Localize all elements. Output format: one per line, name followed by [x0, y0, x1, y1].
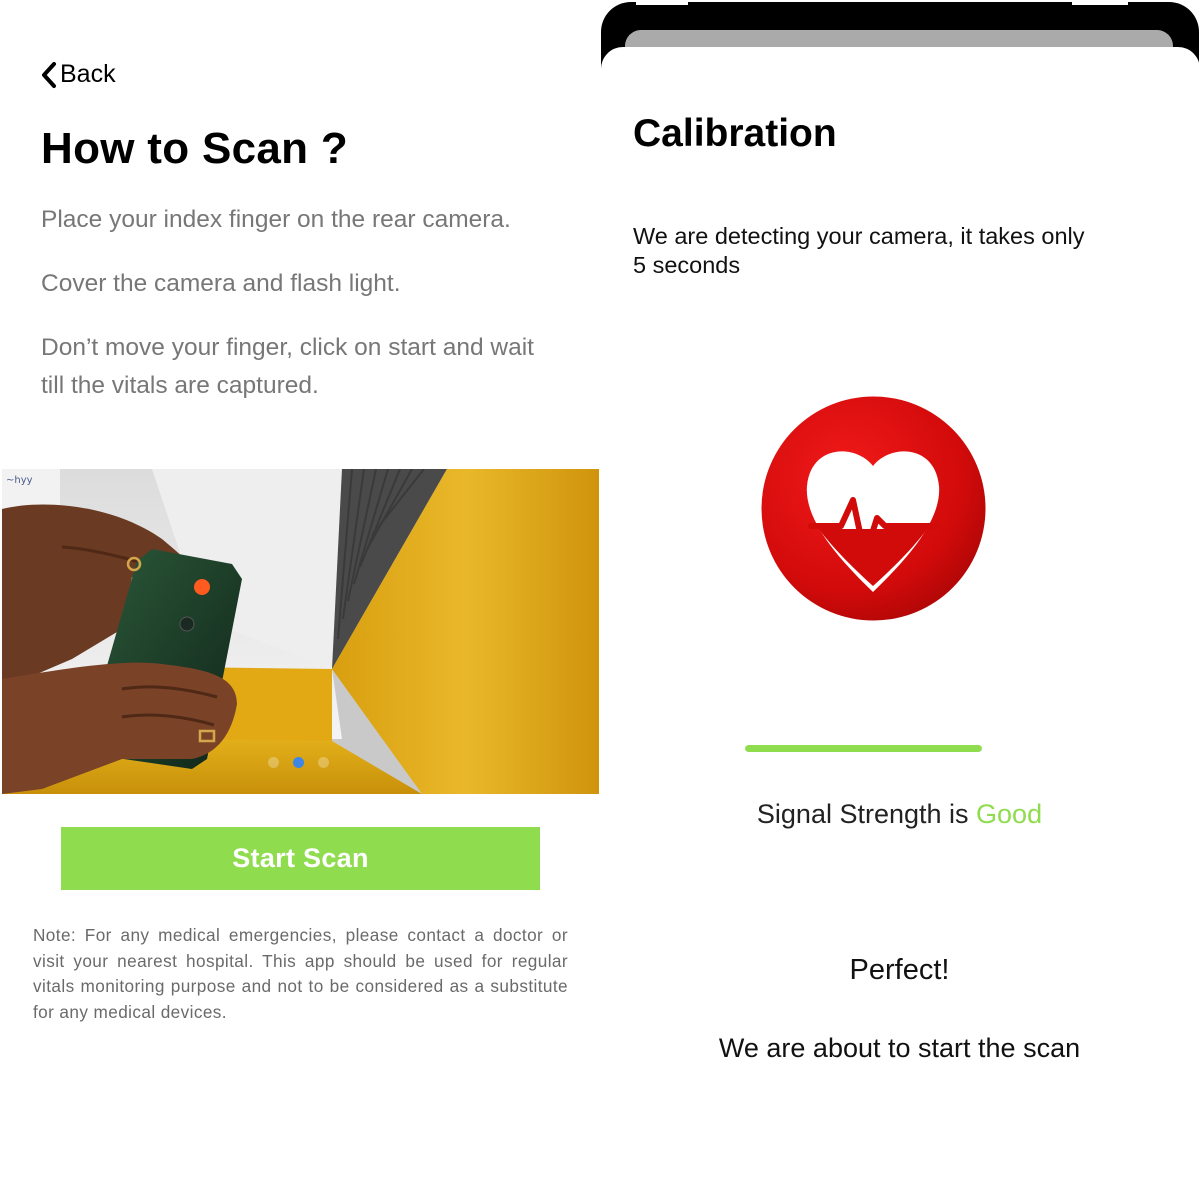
chevron-left-icon — [42, 61, 56, 88]
status-heading: Perfect! — [849, 954, 950, 986]
calibration-title: Calibration — [633, 112, 837, 155]
scan-demo-image[interactable]: ~hyy — [2, 469, 599, 794]
start-scan-button[interactable]: Start Scan — [61, 827, 540, 890]
svg-text:~hyy: ~hyy — [6, 475, 33, 486]
calibration-subtitle: We are detecting your camera, it takes o… — [633, 223, 1085, 278]
scan-demo-illustration: ~hyy — [2, 469, 599, 794]
signal-strength-text: Signal Strength is Good — [600, 799, 1199, 830]
how-to-scan-screen: Back How to Scan ? Place your index fing… — [0, 0, 600, 1200]
instruction-text: Don’t move your finger, click on start a… — [41, 334, 534, 399]
back-label: Back — [60, 60, 116, 88]
calibration-sheet — [601, 47, 1200, 1200]
signal-strength-label: Signal Strength is — [756, 799, 977, 829]
signal-strength-value: Good — [976, 799, 1043, 829]
status-bar-fragment — [1072, 2, 1128, 5]
instruction-text: Cover the camera and flash light. — [41, 270, 401, 297]
carousel-dot-active[interactable] — [293, 757, 304, 768]
back-button[interactable]: Back — [40, 60, 116, 89]
calibration-progress-bar — [745, 745, 982, 752]
heart-pulse-icon — [761, 396, 986, 621]
medical-disclaimer-note: Note: For any medical emergencies, pleas… — [33, 925, 568, 1022]
status-bar-fragment — [636, 2, 688, 5]
page-title: How to Scan ? — [41, 124, 349, 173]
carousel-dot[interactable] — [318, 757, 329, 768]
progress-fill — [745, 745, 982, 752]
carousel-dot[interactable] — [268, 757, 279, 768]
instruction-text: Place your index finger on the rear came… — [41, 206, 511, 233]
carousel-indicator[interactable] — [268, 757, 329, 768]
status-message: We are about to start the scan — [718, 1033, 1081, 1063]
